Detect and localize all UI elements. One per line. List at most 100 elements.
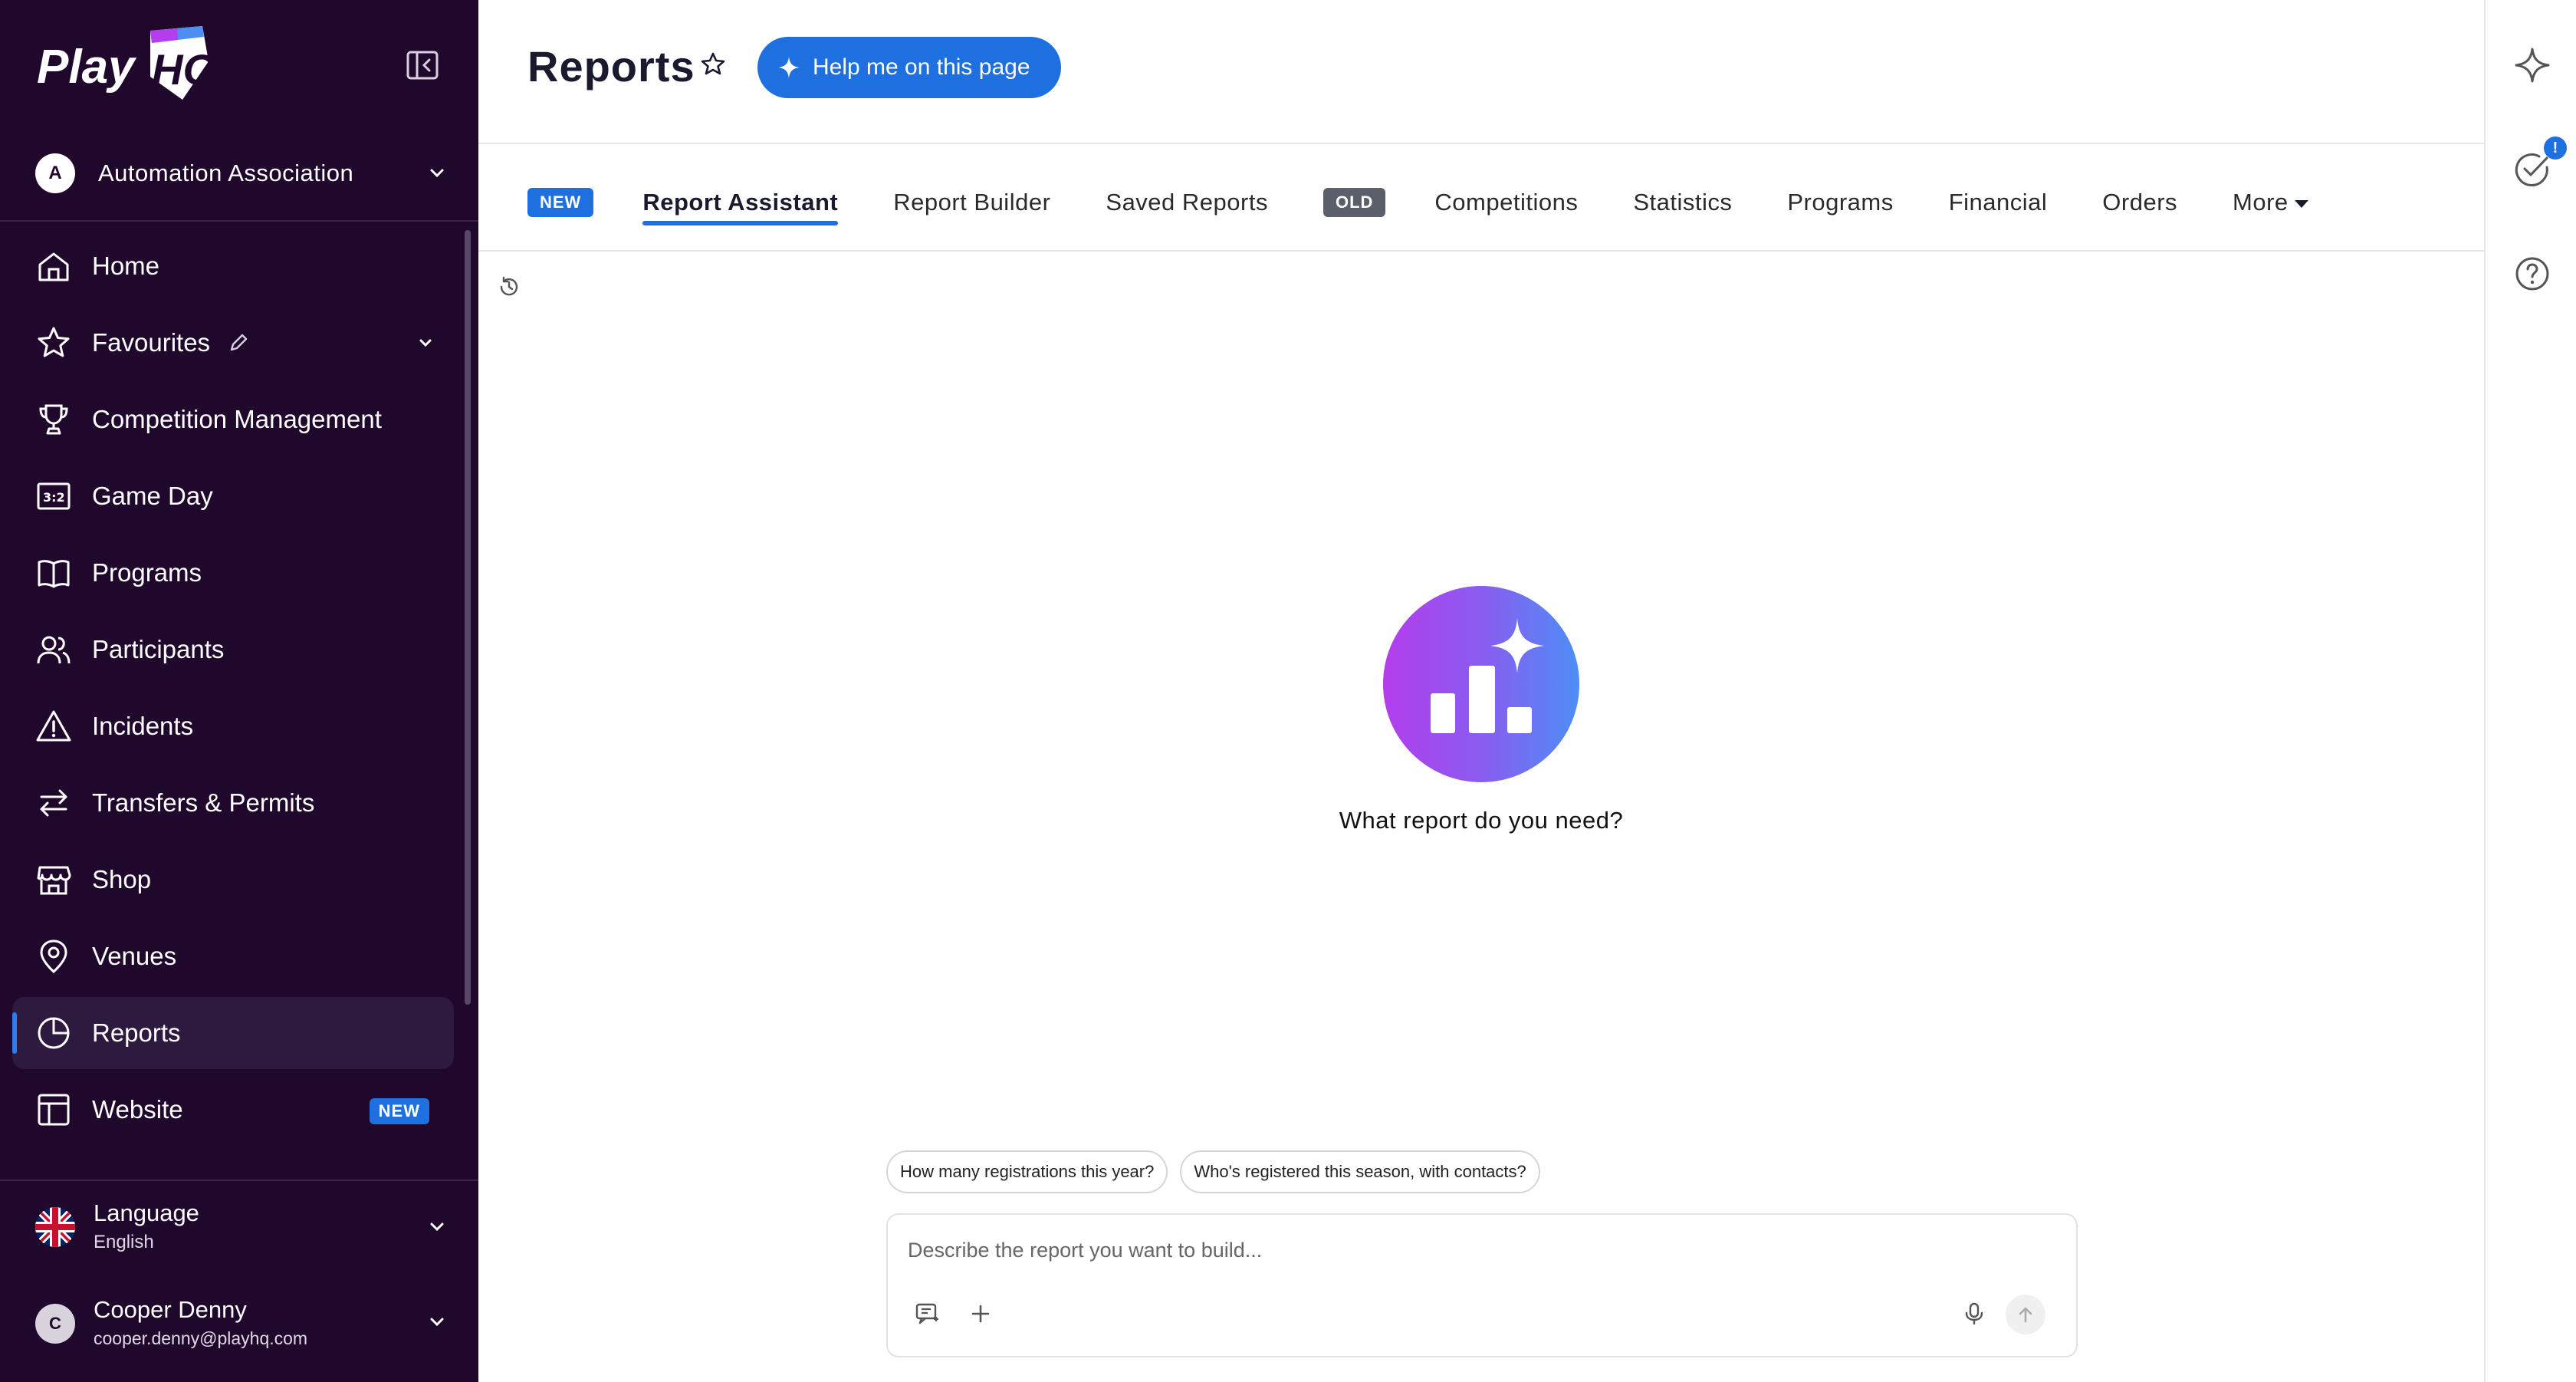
tabs-divider	[478, 250, 2484, 252]
svg-text:3:2: 3:2	[43, 490, 65, 505]
svg-text:HQ: HQ	[152, 45, 216, 94]
plus-icon[interactable]	[968, 1301, 994, 1327]
chevron-down-icon	[430, 1318, 444, 1327]
page-header: Reports Help me on this page	[478, 0, 2484, 144]
tab-saved-reports[interactable]: Saved Reports	[1106, 189, 1268, 216]
sidebar-item-label: Competition Management	[92, 405, 382, 433]
organisation-switcher[interactable]: A Automation Association	[35, 150, 449, 196]
tab-statistics[interactable]: Statistics	[1633, 189, 1732, 216]
sidebar-item-home[interactable]: Home	[12, 230, 454, 302]
sidebar-item-label: Reports	[92, 1018, 181, 1047]
sidebar-item-favourites[interactable]: Favourites	[12, 307, 454, 379]
scoreboard-icon: 3:2	[37, 482, 71, 510]
microphone-icon[interactable]	[1961, 1301, 1987, 1327]
assistant-prompt-heading: What report do you need?	[1339, 807, 1624, 834]
tab-more[interactable]: More	[2233, 189, 2308, 216]
sidebar-item-website[interactable]: Website NEW	[12, 1074, 454, 1146]
pie-chart-icon	[38, 1017, 70, 1049]
star-icon	[38, 327, 70, 357]
caret-down-icon	[2294, 199, 2308, 208]
organisation-avatar: A	[35, 153, 75, 193]
help-button-label: Help me on this page	[813, 54, 1030, 80]
bar-chart-sparkle-icon	[1431, 618, 1544, 733]
sparkle-icon	[778, 57, 800, 78]
help-me-button[interactable]: Help me on this page	[757, 37, 1061, 98]
suggestion-chip[interactable]: How many registrations this year?	[886, 1150, 1168, 1193]
help-circle-icon[interactable]	[2513, 255, 2551, 293]
sidebar-item-venues[interactable]: Venues	[12, 920, 454, 992]
history-icon[interactable]	[497, 275, 521, 299]
sidebar-item-label: Transfers & Permits	[92, 788, 315, 817]
home-icon	[38, 252, 69, 281]
location-pin-icon	[40, 939, 67, 973]
sidebar-item-label: Participants	[92, 635, 225, 663]
book-icon	[38, 560, 70, 588]
arrow-up-icon	[2019, 1307, 2032, 1323]
sidebar-divider	[0, 1180, 478, 1181]
old-badge: OLD	[1322, 188, 1386, 217]
tab-orders[interactable]: Orders	[2102, 189, 2177, 216]
sidebar-scrollbar[interactable]	[465, 230, 471, 1005]
notification-badge: !	[2544, 137, 2567, 160]
pencil-icon[interactable]	[227, 331, 250, 354]
uk-flag-icon	[35, 1207, 75, 1247]
sidebar-item-competition-management[interactable]: Competition Management	[12, 383, 454, 456]
sidebar-collapse-icon	[406, 51, 439, 80]
transfer-icon	[40, 789, 67, 817]
sidebar-item-label: Programs	[92, 558, 202, 587]
favourite-star-icon[interactable]	[699, 51, 727, 78]
svg-text:Play: Play	[37, 41, 137, 94]
chevron-down-icon	[430, 1222, 444, 1232]
sidebar-nav: Home Favourites Competition Management 3…	[12, 230, 454, 1150]
tab-report-assistant[interactable]: Report Assistant	[642, 189, 839, 225]
sidebar-item-label: Favourites	[92, 328, 211, 357]
sidebar-item-transfers-permits[interactable]: Transfers & Permits	[12, 767, 454, 839]
sidebar-item-reports[interactable]: Reports	[12, 997, 454, 1069]
collapse-sidebar-button[interactable]	[403, 46, 442, 84]
report-prompt-composer	[886, 1213, 2078, 1357]
warning-icon	[36, 710, 71, 742]
task-check-icon[interactable]	[2513, 150, 2551, 189]
suggestion-chip[interactable]: Who's registered this season, with conta…	[1180, 1150, 1540, 1193]
sidebar: Play HQ A Automation Association Home Fa…	[0, 0, 478, 1382]
user-email: cooper.denny@playhq.com	[94, 1328, 308, 1348]
tab-competitions[interactable]: Competitions	[1434, 189, 1578, 216]
trophy-icon	[39, 404, 68, 435]
sidebar-item-programs[interactable]: Programs	[12, 537, 454, 609]
chevron-down-icon[interactable]	[414, 331, 437, 354]
suggestion-chips: How many registrations this year? Who's …	[886, 1150, 1552, 1193]
layout-icon	[38, 1094, 70, 1126]
people-icon	[37, 636, 71, 664]
tab-report-builder[interactable]: Report Builder	[893, 189, 1050, 216]
send-button[interactable]	[2006, 1295, 2045, 1334]
page-title: Reports	[527, 42, 695, 90]
prompt-templates-icon[interactable]	[914, 1301, 940, 1327]
sidebar-item-incidents[interactable]: Incidents	[12, 690, 454, 762]
sidebar-item-label: Home	[92, 252, 160, 280]
report-prompt-input[interactable]	[906, 1230, 1983, 1270]
language-label: Language	[94, 1199, 199, 1226]
report-assistant-logo	[1383, 586, 1579, 782]
tab-financial[interactable]: Financial	[1949, 189, 2048, 216]
sidebar-item-label: Game Day	[92, 482, 213, 510]
main-content: Reports Help me on this page NEW Report …	[478, 0, 2484, 1382]
user-menu[interactable]: C Cooper Denny cooper.denny@playhq.com	[35, 1293, 449, 1354]
sidebar-item-label: Shop	[92, 865, 152, 893]
sidebar-item-shop[interactable]: Shop	[12, 844, 454, 916]
new-badge: NEW	[369, 1098, 429, 1124]
tab-more-label: More	[2233, 189, 2288, 216]
user-name: Cooper Denny	[94, 1296, 247, 1323]
sidebar-item-participants[interactable]: Participants	[12, 614, 454, 686]
language-selector[interactable]: Language English	[35, 1198, 449, 1259]
playhq-logo[interactable]: Play HQ	[35, 23, 219, 107]
ai-sparkle-icon[interactable]	[2513, 46, 2551, 84]
sidebar-item-label: Venues	[92, 942, 177, 970]
chevron-down-icon	[430, 169, 444, 178]
sidebar-item-game-day[interactable]: 3:2 Game Day	[12, 460, 454, 532]
tab-programs[interactable]: Programs	[1787, 189, 1893, 216]
report-tabs: NEW Report Assistant Report Builder Save…	[527, 178, 2308, 227]
right-rail: !	[2484, 0, 2576, 1382]
language-value: English	[94, 1232, 154, 1252]
shop-icon	[37, 866, 71, 895]
sidebar-divider	[0, 220, 478, 222]
